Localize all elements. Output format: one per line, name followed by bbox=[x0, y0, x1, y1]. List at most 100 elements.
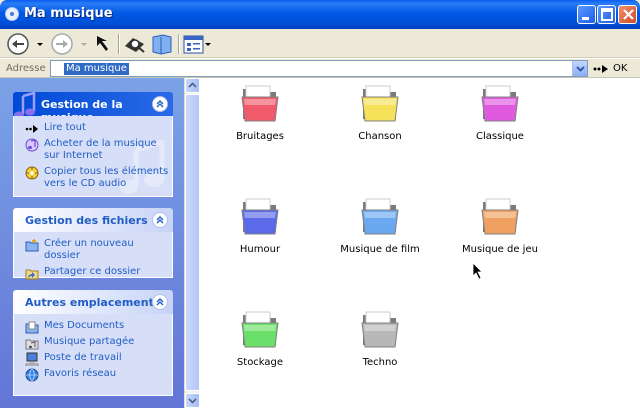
folder-label: Chanson bbox=[358, 131, 402, 142]
folders-icon bbox=[152, 34, 172, 55]
window-title: Ma musique bbox=[24, 6, 113, 21]
folder-label: Musique de jeu bbox=[462, 244, 538, 255]
my-documents-link[interactable]: Mes Documents bbox=[14, 320, 172, 334]
scroll-down-button[interactable] bbox=[185, 393, 200, 408]
chevron-up-icon bbox=[188, 82, 197, 88]
shared-music-label: Musique partagée bbox=[44, 336, 135, 347]
folder-icon bbox=[361, 198, 399, 235]
my-documents-label: Mes Documents bbox=[44, 320, 125, 331]
chevron-down-icon bbox=[37, 43, 43, 46]
folder-item[interactable]: Bruitages bbox=[200, 83, 320, 163]
up-button[interactable] bbox=[93, 32, 115, 56]
share-folder-link[interactable]: Partager ce dossier bbox=[14, 266, 172, 280]
music-folder-icon bbox=[5, 7, 19, 21]
other-places-panel: Autres emplacements Mes Documents Musiqu… bbox=[13, 290, 173, 396]
my-computer-icon bbox=[25, 352, 39, 366]
address-bar: Adresse Ma musique OK bbox=[0, 58, 640, 78]
close-button[interactable] bbox=[618, 5, 637, 24]
scroll-up-button[interactable] bbox=[185, 78, 200, 93]
other-places-body: Mes Documents Musique partagée Poste de … bbox=[13, 314, 173, 396]
folder-item[interactable]: Musique de jeu bbox=[440, 196, 560, 276]
network-places-link[interactable]: Favoris réseau bbox=[14, 368, 172, 382]
folder-item[interactable]: Chanson bbox=[320, 83, 440, 163]
folder-label: Musique de film bbox=[340, 244, 420, 255]
maximize-button[interactable] bbox=[597, 5, 616, 24]
back-button[interactable] bbox=[6, 32, 36, 56]
shared-music-icon bbox=[25, 339, 39, 350]
minimize-icon bbox=[582, 17, 589, 20]
go-label: OK bbox=[613, 63, 628, 74]
views-button[interactable] bbox=[182, 32, 212, 56]
title-bar[interactable]: Ma musique bbox=[0, 0, 640, 29]
cd-burn-icon bbox=[25, 166, 39, 180]
buy-music-label: Acheter de la musique sur Internet bbox=[44, 138, 157, 161]
address-dropdown-button[interactable] bbox=[572, 61, 587, 76]
scroll-thumb[interactable] bbox=[185, 94, 200, 391]
chevron-down-icon bbox=[81, 43, 87, 46]
go-button[interactable]: OK bbox=[592, 61, 627, 77]
search-button[interactable] bbox=[122, 32, 148, 56]
my-documents-icon bbox=[25, 321, 39, 334]
network-icon bbox=[25, 368, 39, 382]
minimize-button[interactable] bbox=[577, 5, 596, 24]
my-computer-link[interactable]: Poste de travail bbox=[14, 352, 172, 366]
collapse-file-tasks-button[interactable] bbox=[152, 212, 168, 228]
folder-label: Humour bbox=[239, 244, 281, 255]
folder-icon bbox=[241, 85, 279, 122]
search-icon bbox=[125, 38, 145, 53]
folder-label: Bruitages bbox=[236, 131, 284, 142]
folder-item[interactable]: Stockage bbox=[200, 309, 320, 389]
copy-to-cd-link[interactable]: Copier tous les éléments vers le CD audi… bbox=[14, 166, 172, 190]
folder-item[interactable]: Classique bbox=[440, 83, 560, 163]
share-folder-label: Partager ce dossier bbox=[44, 266, 141, 277]
share-folder-icon bbox=[25, 269, 39, 280]
new-folder-icon bbox=[25, 239, 39, 252]
music-tasks-body: Lire tout Acheter de la musique sur Inte… bbox=[13, 116, 173, 197]
task-pane-scrollbar[interactable] bbox=[184, 78, 200, 408]
folder-label: Classique bbox=[476, 131, 524, 142]
buy-music-link[interactable]: Acheter de la musique sur Internet bbox=[14, 138, 172, 162]
shared-music-link[interactable]: Musique partagée bbox=[14, 336, 172, 350]
toolbar-separator bbox=[178, 34, 179, 54]
chevron-up-icon bbox=[156, 100, 164, 108]
new-folder-link[interactable]: Créer un nouveau dossier bbox=[14, 238, 172, 262]
file-tasks-title: Gestion des fichiers bbox=[25, 214, 148, 227]
address-input[interactable]: Ma musique bbox=[50, 60, 588, 77]
collapse-music-tasks-button[interactable] bbox=[152, 96, 168, 112]
folder-label: Stockage bbox=[236, 357, 284, 368]
play-all-link[interactable]: Lire tout bbox=[14, 122, 172, 134]
folder-content-view[interactable]: Bruitages Chanson Classique Humour Musiq… bbox=[199, 78, 640, 408]
folder-icon bbox=[361, 311, 399, 348]
maximize-icon bbox=[601, 8, 613, 21]
folder-icon bbox=[241, 198, 279, 235]
forward-button[interactable] bbox=[50, 32, 80, 56]
folder-icon bbox=[361, 85, 399, 122]
close-icon bbox=[623, 9, 634, 20]
task-pane: Gestion de la musique Lire tout Acheter … bbox=[0, 78, 184, 408]
folder-item[interactable]: Techno bbox=[320, 309, 440, 389]
address-value[interactable]: Ma musique bbox=[64, 63, 129, 75]
copy-to-cd-label: Copier tous les éléments vers le CD audi… bbox=[44, 166, 169, 189]
my-computer-label: Poste de travail bbox=[44, 352, 122, 363]
music-web-icon bbox=[25, 138, 39, 152]
mouse-cursor-icon bbox=[472, 262, 483, 280]
new-folder-label: Créer un nouveau dossier bbox=[44, 238, 134, 261]
collapse-other-places-button[interactable] bbox=[152, 294, 168, 310]
toolbar-separator bbox=[118, 34, 119, 54]
file-tasks-header[interactable]: Gestion des fichiers bbox=[13, 208, 173, 232]
music-tasks-panel: Gestion de la musique Lire tout Acheter … bbox=[13, 92, 173, 197]
file-tasks-body: Créer un nouveau dossier Partager ce dos… bbox=[13, 232, 173, 280]
music-tasks-header[interactable]: Gestion de la musique bbox=[13, 92, 173, 124]
folder-item[interactable]: Humour bbox=[200, 196, 320, 276]
up-icon bbox=[97, 36, 108, 51]
folders-button[interactable] bbox=[150, 32, 174, 56]
chevron-down-icon bbox=[188, 398, 197, 404]
other-places-header[interactable]: Autres emplacements bbox=[13, 290, 173, 314]
folder-icon bbox=[481, 85, 519, 122]
play-icon bbox=[25, 125, 38, 133]
forward-history-dropdown[interactable] bbox=[80, 32, 88, 56]
address-label: Adresse bbox=[6, 63, 46, 74]
file-tasks-panel: Gestion des fichiers Créer un nouveau do… bbox=[13, 208, 173, 280]
folder-item[interactable]: Musique de film bbox=[320, 196, 440, 276]
back-history-dropdown[interactable] bbox=[36, 32, 44, 56]
